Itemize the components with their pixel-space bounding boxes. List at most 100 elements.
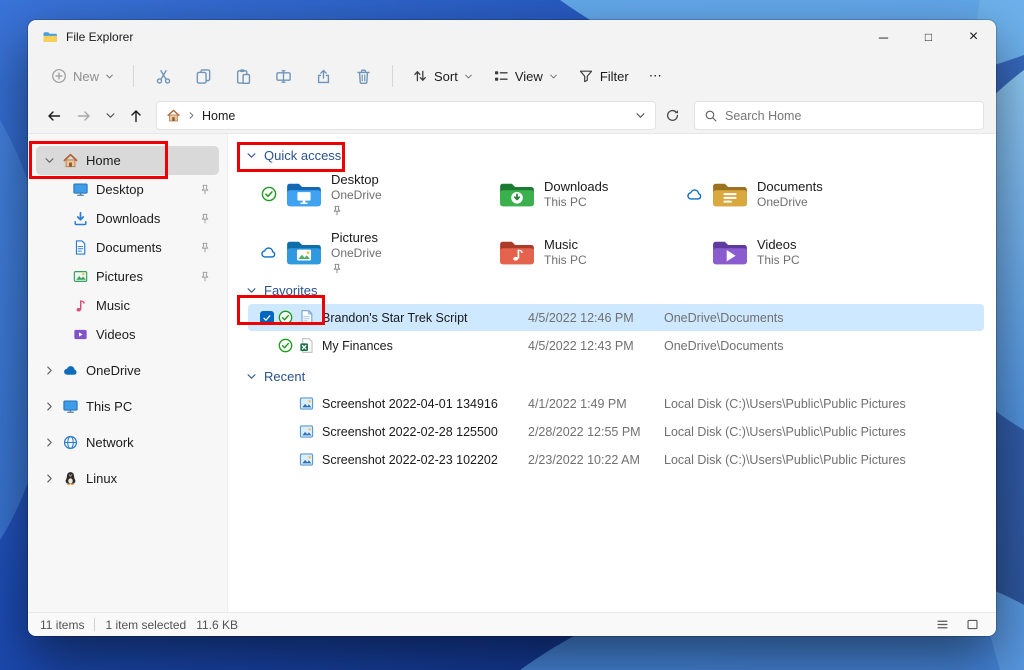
sidebar-item-label: This PC: [86, 399, 132, 414]
sidebar-item-desktop[interactable]: Desktop: [36, 175, 219, 204]
search-input[interactable]: [725, 109, 974, 123]
section-header-favorites[interactable]: Favorites: [246, 283, 996, 298]
command-bar: New: [28, 54, 996, 98]
cut-icon: [155, 68, 172, 85]
view-icon: [493, 68, 509, 84]
maximize-button[interactable]: □: [906, 20, 951, 54]
section-header-quick-access[interactable]: Quick access: [246, 148, 996, 163]
music-folder-icon: [498, 237, 536, 267]
file-name: Screenshot 2022-04-01 134916: [322, 397, 528, 411]
file-row-brandons-star-trek-script[interactable]: Brandon's Star Trek Script 4/5/2022 12:4…: [248, 304, 984, 331]
excel-file-icon: [298, 337, 322, 354]
file-row-screenshot-2022-02-23[interactable]: Screenshot 2022-02-23 102202 2/23/2022 1…: [248, 446, 984, 473]
linux-penguin-icon: [62, 470, 79, 487]
file-row-screenshot-2022-02-28[interactable]: Screenshot 2022-02-28 125500 2/28/2022 1…: [248, 418, 984, 445]
view-button[interactable]: View: [484, 59, 567, 93]
row-checkbox[interactable]: [260, 311, 278, 325]
documents-icon: [72, 239, 89, 256]
chevron-down-icon: [105, 72, 114, 81]
see-more-button[interactable]: ⋯: [640, 59, 671, 93]
sidebar-item-videos[interactable]: Videos: [36, 320, 219, 349]
section-header-recent[interactable]: Recent: [246, 369, 996, 384]
new-label: New: [73, 69, 99, 84]
sidebar-item-label: Desktop: [96, 182, 144, 197]
filter-icon: [578, 68, 594, 84]
details-view-toggle[interactable]: [930, 615, 954, 634]
forward-button[interactable]: [70, 102, 98, 130]
pictures-icon: [72, 268, 89, 285]
trash-icon: [355, 68, 372, 85]
refresh-button[interactable]: [658, 102, 686, 130]
chevron-right-icon: [44, 401, 55, 412]
navigation-pane: Home Desktop Downloads: [28, 134, 228, 612]
sidebar-item-downloads[interactable]: Downloads: [36, 204, 219, 233]
delete-button[interactable]: [344, 59, 382, 93]
sidebar-item-linux[interactable]: Linux: [36, 464, 219, 493]
chevron-down-icon: [246, 285, 257, 296]
sort-label: Sort: [434, 69, 458, 84]
cloud-status-icon: [686, 186, 703, 203]
selection-size: 11.6 KB: [196, 618, 238, 632]
back-button[interactable]: [40, 102, 68, 130]
thumbnail-view-icon: [966, 618, 979, 631]
sidebar-item-pictures[interactable]: Pictures: [36, 262, 219, 291]
copy-icon: [195, 68, 212, 85]
tile-desktop[interactable]: Desktop OneDrive: [260, 171, 473, 217]
documents-folder-icon: [711, 179, 749, 209]
sidebar-item-documents[interactable]: Documents: [36, 233, 219, 262]
address-bar[interactable]: Home: [156, 101, 656, 130]
chevron-down-icon: [549, 72, 558, 81]
sync-status-icon: [278, 338, 298, 353]
tile-music[interactable]: Music This PC: [473, 229, 686, 275]
tile-pictures[interactable]: Pictures OneDrive: [260, 229, 473, 275]
pin-icon: [199, 242, 211, 254]
up-arrow-icon: [128, 108, 144, 124]
section-title: Quick access: [264, 148, 341, 163]
minimize-button[interactable]: ─: [861, 20, 906, 54]
desktop-folder-icon: [285, 179, 323, 209]
recent-locations-button[interactable]: [100, 102, 120, 130]
large-thumbnails-toggle[interactable]: [960, 615, 984, 634]
rename-button[interactable]: [264, 59, 302, 93]
new-button[interactable]: New: [42, 59, 123, 93]
file-explorer-window: File Explorer ─ □ × New: [28, 20, 996, 636]
sidebar-item-home[interactable]: Home: [36, 146, 219, 175]
tile-documents[interactable]: Documents OneDrive: [686, 171, 899, 217]
filter-button[interactable]: Filter: [569, 59, 638, 93]
share-button[interactable]: [304, 59, 342, 93]
tile-name: Videos: [757, 237, 800, 252]
sort-button[interactable]: Sort: [403, 59, 482, 93]
titlebar[interactable]: File Explorer ─ □ ×: [28, 20, 996, 54]
cut-button[interactable]: [144, 59, 182, 93]
music-icon: [72, 297, 89, 314]
file-row-my-finances[interactable]: My Finances 4/5/2022 12:43 PM OneDrive\D…: [248, 332, 984, 359]
back-arrow-icon: [46, 108, 62, 124]
tile-name: Pictures: [331, 230, 382, 245]
sidebar-item-network[interactable]: Network: [36, 428, 219, 457]
items-count: 11 items: [40, 618, 84, 632]
desktop-wallpaper: File Explorer ─ □ × New: [0, 0, 1024, 670]
home-icon: [62, 152, 79, 169]
file-row-screenshot-2022-04-01[interactable]: Screenshot 2022-04-01 134916 4/1/2022 1:…: [248, 390, 984, 417]
sidebar-item-music[interactable]: Music: [36, 291, 219, 320]
sidebar-item-label: Documents: [96, 240, 162, 255]
sidebar-item-label: Music: [96, 298, 130, 313]
sidebar-item-this-pc[interactable]: This PC: [36, 392, 219, 421]
sidebar-item-onedrive[interactable]: OneDrive: [36, 356, 219, 385]
tile-videos[interactable]: Videos This PC: [686, 229, 899, 275]
rename-icon: [275, 68, 292, 85]
pin-icon: [199, 184, 211, 196]
filter-label: Filter: [600, 69, 629, 84]
close-button[interactable]: ×: [951, 20, 996, 54]
this-pc-icon: [62, 398, 79, 415]
up-button[interactable]: [122, 102, 150, 130]
search-box[interactable]: [694, 101, 984, 130]
address-dropdown-icon[interactable]: [635, 110, 646, 121]
breadcrumb-home[interactable]: Home: [202, 109, 235, 123]
pin-icon: [199, 271, 211, 283]
paste-button[interactable]: [224, 59, 262, 93]
tile-downloads[interactable]: Downloads This PC: [473, 171, 686, 217]
copy-button[interactable]: [184, 59, 222, 93]
paste-icon: [235, 68, 252, 85]
sidebar-item-label: Videos: [96, 327, 136, 342]
